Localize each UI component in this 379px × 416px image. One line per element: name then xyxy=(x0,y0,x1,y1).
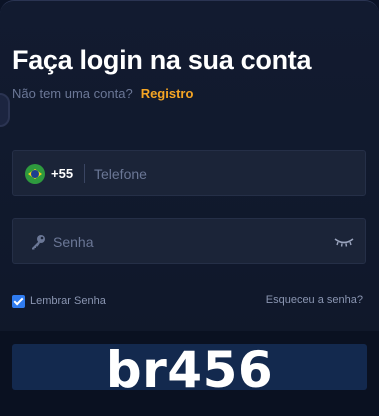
country-code[interactable]: +55 xyxy=(51,166,73,181)
watermark-text: br456 xyxy=(0,341,379,399)
side-handle[interactable] xyxy=(0,93,10,127)
login-panel: Faça login na sua conta Não tem uma cont… xyxy=(0,0,379,416)
brazil-flag-icon[interactable] xyxy=(25,164,45,184)
key-icon xyxy=(30,234,46,250)
password-input[interactable] xyxy=(53,232,323,252)
forgot-password-link[interactable]: Esqueceu a senha? xyxy=(266,294,363,306)
remember-label: Lembrar Senha xyxy=(30,295,106,307)
page-title: Faça login na sua conta xyxy=(12,45,311,76)
register-link[interactable]: Registro xyxy=(141,86,194,101)
no-account-text: Não tem uma conta? xyxy=(12,86,133,101)
field-divider xyxy=(84,164,85,183)
remember-checkbox[interactable] xyxy=(12,295,25,308)
phone-field[interactable]: +55 xyxy=(12,150,366,196)
remember-password[interactable]: Lembrar Senha xyxy=(12,293,106,309)
password-field[interactable] xyxy=(12,218,366,264)
phone-input[interactable] xyxy=(94,164,344,184)
register-prompt: Não tem uma conta? Registro xyxy=(12,86,193,101)
eye-closed-icon[interactable] xyxy=(334,236,354,248)
